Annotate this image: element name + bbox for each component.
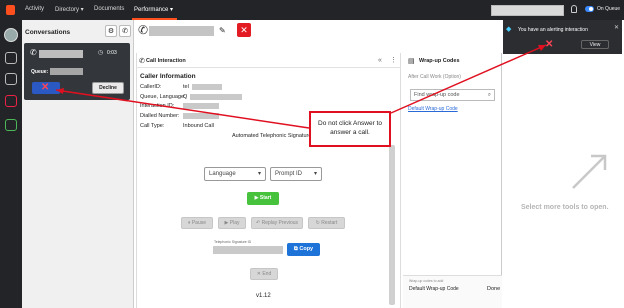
annotation-arrows [55, 44, 547, 129]
